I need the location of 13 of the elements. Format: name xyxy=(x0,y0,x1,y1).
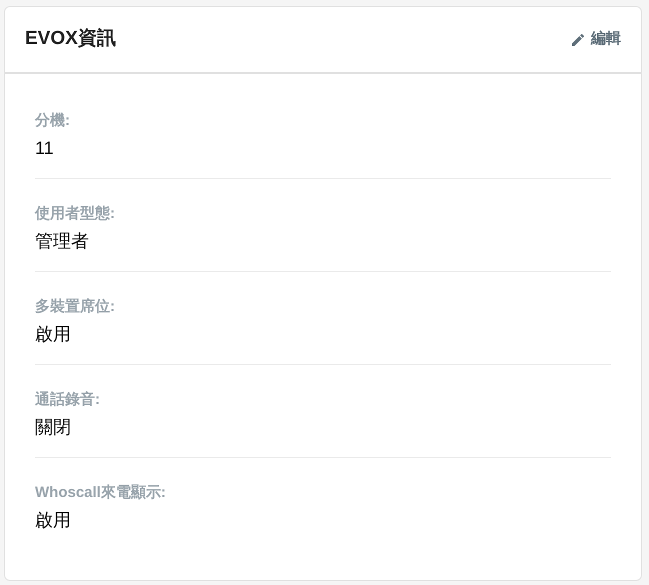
field-value: 啟用 xyxy=(35,509,71,532)
field-value: 關閉 xyxy=(35,416,71,439)
field-label: 通話錄音: xyxy=(35,390,100,410)
card-title: EVOX資訊 xyxy=(25,26,116,52)
field-label: 多裝置席位: xyxy=(35,297,115,317)
field-value: 11 xyxy=(35,137,54,160)
field-value: 管理者 xyxy=(35,230,89,253)
field-value: 啟用 xyxy=(35,323,71,346)
pencil-icon xyxy=(570,32,586,48)
field-label: 使用者型態: xyxy=(35,204,115,224)
field-label: 分機: xyxy=(35,111,70,131)
field-label: Whoscall來電顯示: xyxy=(35,483,166,503)
edit-button[interactable]: 編輯 xyxy=(570,28,621,51)
